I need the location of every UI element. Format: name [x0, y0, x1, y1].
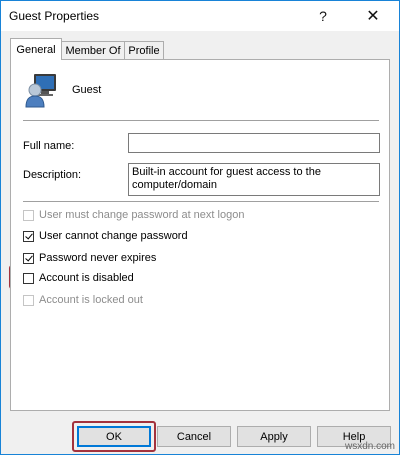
cancel-button[interactable]: Cancel: [157, 426, 231, 447]
tab-member-of[interactable]: Member Of: [61, 41, 125, 60]
checkbox-account-disabled[interactable]: Account is disabled: [23, 270, 134, 286]
watermark: wsxdn.com: [344, 441, 395, 452]
checkbox-account-locked-out[interactable]: Account is locked out: [23, 292, 143, 308]
description-label: Description:: [23, 169, 82, 181]
full-name-label: Full name:: [23, 140, 75, 152]
user-name: Guest: [72, 84, 102, 96]
checkbox-label: User must change password at next logon: [39, 209, 245, 221]
checkbox-label: User cannot change password: [39, 230, 188, 242]
general-tab-panel: Guest Full name: Description: Built-in a…: [10, 59, 390, 411]
separator: [23, 201, 379, 202]
tab-general[interactable]: General: [10, 38, 62, 60]
checkbox-label: Account is disabled: [39, 272, 134, 284]
close-button[interactable]: ✕: [353, 1, 393, 31]
full-name-input[interactable]: [128, 133, 380, 153]
tab-label: Profile: [128, 45, 160, 57]
checkbox-box[interactable]: [23, 230, 34, 242]
title-bar[interactable]: Guest Properties ? ✕: [1, 1, 399, 31]
checkbox-box[interactable]: [23, 294, 34, 306]
help-title-button[interactable]: ?: [303, 1, 343, 31]
checkbox-password-never-expires[interactable]: Password never expires: [23, 250, 156, 266]
window-title: Guest Properties: [9, 9, 100, 23]
checkbox-must-change-password[interactable]: User must change password at next logon: [23, 207, 244, 223]
user-computer-icon: [25, 74, 56, 108]
separator: [23, 120, 379, 121]
tab-profile[interactable]: Profile: [124, 41, 164, 60]
properties-dialog: Guest Properties ? ✕ General Member Of P…: [0, 0, 400, 455]
ok-button[interactable]: OK: [77, 426, 151, 447]
checkbox-box[interactable]: [23, 209, 34, 221]
checkbox-box[interactable]: [23, 272, 34, 284]
close-icon: ✕: [366, 8, 380, 25]
checkbox-label: Password never expires: [39, 252, 157, 264]
checkbox-box[interactable]: [23, 252, 34, 264]
checkbox-label: Account is locked out: [39, 294, 143, 306]
apply-button[interactable]: Apply: [237, 426, 311, 447]
description-input[interactable]: Built-in account for guest access to the…: [128, 163, 380, 196]
tab-label: Member Of: [65, 45, 121, 57]
checkbox-cannot-change-password[interactable]: User cannot change password: [23, 228, 188, 244]
tab-label: General: [16, 43, 56, 56]
question-mark-icon: ?: [319, 8, 327, 24]
